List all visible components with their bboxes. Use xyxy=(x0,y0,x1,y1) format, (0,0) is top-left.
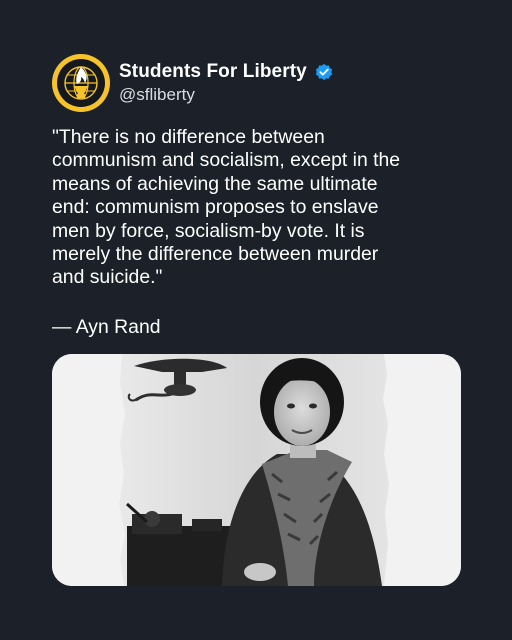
quote-line: "There is no difference between xyxy=(52,126,325,148)
display-name[interactable]: Students For Liberty xyxy=(119,61,307,83)
torch-logo-icon xyxy=(57,59,105,107)
quote-line: men by force, socialism-by vote. It is xyxy=(52,219,365,242)
account-names: Students For Liberty @sfliberty xyxy=(119,61,334,105)
avatar[interactable] xyxy=(52,54,110,112)
verified-badge-icon xyxy=(314,62,334,82)
quote-line: end: communism proposes to enslave xyxy=(52,196,379,219)
portrait-photo[interactable] xyxy=(52,354,461,586)
quote-line: means of achieving the same ultimate xyxy=(52,172,378,195)
quote-line: communism and socialism, except in the xyxy=(52,149,401,172)
quote-text: "There is no difference between communis… xyxy=(52,126,472,290)
quote-attribution: — Ayn Rand xyxy=(52,316,161,338)
handle[interactable]: @sfliberty xyxy=(119,85,334,105)
quote-line: and suicide." xyxy=(52,266,163,289)
post-header: Students For Liberty @sfliberty xyxy=(52,54,334,112)
display-name-row: Students For Liberty xyxy=(119,61,334,83)
quote-line: merely the difference between murder xyxy=(52,243,379,266)
